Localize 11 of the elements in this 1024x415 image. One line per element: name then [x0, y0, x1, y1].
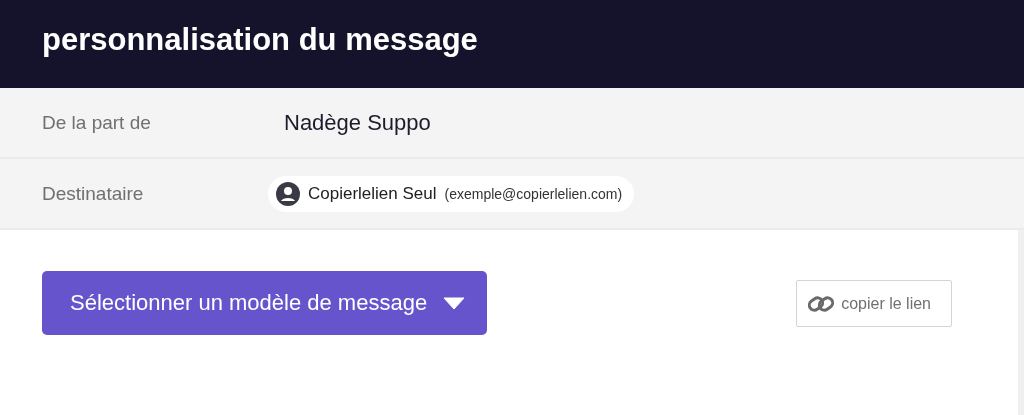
field-label: Destinataire — [42, 182, 145, 205]
link-icon — [807, 293, 836, 314]
caret-icon — [443, 296, 466, 310]
field-label: De la part de — [42, 111, 152, 134]
user-avatar-icon — [276, 181, 300, 206]
recipient-email: (exemple@copierlelien.com) — [444, 185, 623, 202]
template-select-button[interactable]: Sélectionner un modèle de message — [42, 271, 488, 335]
sender-name: Nadège Suppo — [284, 109, 431, 136]
copy-link-button[interactable]: copier le lien — [796, 280, 952, 327]
page-title: personnalisation du message — [42, 22, 478, 58]
recipient-name: Copierlelien Seul — [308, 183, 437, 204]
